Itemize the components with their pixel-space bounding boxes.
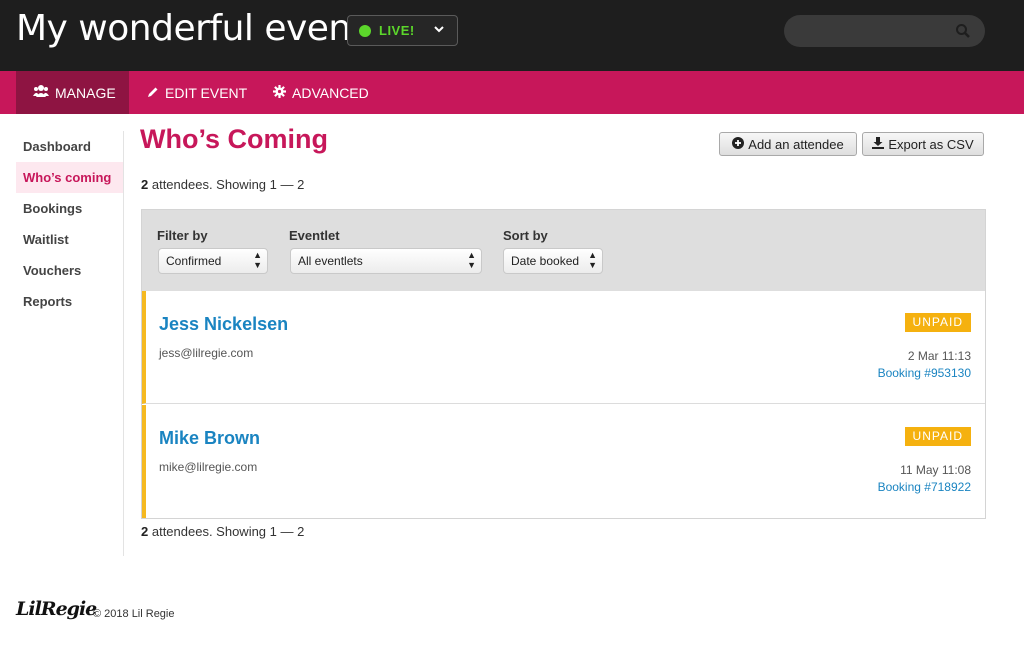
- eventlet-select[interactable]: All eventlets ▲ ▼: [290, 248, 482, 274]
- attendee-summary-text: attendees. Showing: [148, 524, 270, 539]
- export-csv-button[interactable]: Export as CSV: [862, 132, 984, 156]
- select-arrows-icon: ▲ ▼: [253, 250, 262, 270]
- payment-status-badge: UNPAID: [904, 427, 971, 446]
- main-nav: MANAGE EDIT EVENT ADVANCED: [0, 71, 1024, 114]
- nav-edit-event-label: EDIT EVENT: [165, 84, 248, 101]
- sidebar-divider: [123, 131, 124, 556]
- add-attendee-label: Add an attendee: [748, 136, 844, 152]
- showing-range: 1 — 2: [269, 524, 305, 539]
- attendee-row: Jess Nickelsen jess@lilregie.com UNPAID …: [142, 291, 985, 404]
- pencil-icon: [147, 85, 165, 101]
- attendee-list: Jess Nickelsen jess@lilregie.com UNPAID …: [141, 291, 986, 519]
- event-title: My wonderful event: [16, 8, 365, 49]
- top-header: My wonderful event LIVE!: [0, 0, 1024, 71]
- booking-link[interactable]: Booking #953130: [878, 366, 971, 380]
- select-arrows-icon: ▲ ▼: [467, 250, 476, 270]
- attendee-email: mike@lilregie.com: [159, 460, 258, 474]
- nav-manage-label: MANAGE: [55, 84, 116, 101]
- eventlet-value: All eventlets: [298, 254, 363, 268]
- add-attendee-button[interactable]: Add an attendee: [719, 132, 857, 156]
- filter-by-select[interactable]: Confirmed ▲ ▼: [158, 248, 268, 274]
- attendee-name[interactable]: Jess Nickelsen: [159, 314, 288, 335]
- sidebar-item-reports[interactable]: Reports: [16, 286, 123, 317]
- attendee-summary-top: 2 attendees. Showing 1 — 2: [141, 177, 304, 192]
- booking-date: 2 Mar 11:13: [907, 349, 971, 363]
- sidebar-item-waitlist[interactable]: Waitlist: [16, 224, 123, 255]
- live-status-dropdown[interactable]: LIVE!: [347, 15, 458, 46]
- sort-by-label: Sort by: [503, 228, 548, 243]
- booking-link[interactable]: Booking #718922: [878, 480, 971, 494]
- sidebar: Dashboard Who’s coming Bookings Waitlist…: [16, 131, 123, 317]
- copyright-text: © 2018 Lil Regie: [93, 608, 175, 620]
- attendee-row: Mike Brown mike@lilregie.com UNPAID 11 M…: [142, 405, 985, 518]
- users-icon: [33, 84, 55, 101]
- filter-by-label: Filter by: [157, 228, 208, 243]
- download-icon: [872, 136, 888, 152]
- nav-advanced-label: ADVANCED: [292, 84, 369, 101]
- sidebar-item-dashboard[interactable]: Dashboard: [16, 131, 123, 162]
- showing-range: 1 — 2: [269, 177, 305, 192]
- lilregie-logo[interactable]: LilRegie: [16, 598, 97, 620]
- page-title: Who’s Coming: [140, 124, 328, 154]
- filter-panel: Filter by Confirmed ▲ ▼ Eventlet All even…: [141, 209, 986, 291]
- sidebar-item-vouchers[interactable]: Vouchers: [16, 255, 123, 286]
- sort-by-select[interactable]: Date booked ▲ ▼: [503, 248, 603, 274]
- search-icon[interactable]: [955, 23, 971, 39]
- booking-date: 11 May 11:08: [900, 463, 971, 477]
- search-box: [784, 15, 985, 47]
- gear-icon: [273, 84, 292, 101]
- attendee-name[interactable]: Mike Brown: [159, 428, 260, 449]
- payment-status-badge: UNPAID: [904, 313, 971, 332]
- live-status-label: LIVE!: [379, 23, 415, 38]
- filter-by-value: Confirmed: [166, 254, 222, 268]
- nav-advanced[interactable]: ADVANCED: [273, 71, 369, 114]
- attendee-summary-text: attendees. Showing: [148, 177, 270, 192]
- eventlet-label: Eventlet: [289, 228, 340, 243]
- export-csv-label: Export as CSV: [888, 136, 974, 152]
- sidebar-item-whos-coming[interactable]: Who’s coming: [16, 162, 123, 193]
- sort-by-value: Date booked: [511, 254, 580, 268]
- sidebar-item-bookings[interactable]: Bookings: [16, 193, 123, 224]
- nav-edit-event[interactable]: EDIT EVENT: [147, 71, 247, 114]
- search-input[interactable]: [796, 21, 946, 41]
- select-arrows-icon: ▲ ▼: [588, 250, 597, 270]
- attendee-summary-bottom: 2 attendees. Showing 1 — 2: [141, 524, 304, 539]
- attendee-email: jess@lilregie.com: [159, 346, 254, 360]
- nav-manage[interactable]: MANAGE: [16, 71, 129, 114]
- plus-circle-icon: [732, 136, 748, 152]
- chevron-down-icon: [433, 21, 445, 40]
- live-dot-icon: [359, 25, 371, 37]
